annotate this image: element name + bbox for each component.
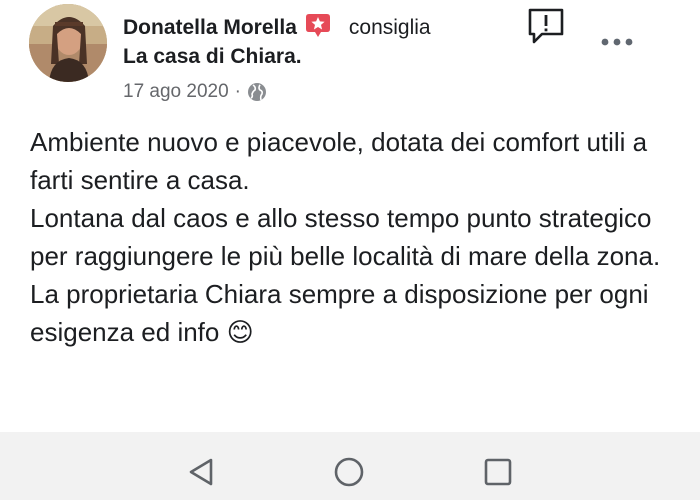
- avatar-photo: [29, 4, 107, 82]
- report-button[interactable]: [526, 6, 566, 46]
- meta-separator: ·: [234, 81, 241, 102]
- recommends-verb: consiglia: [348, 16, 431, 39]
- recommended-page-name[interactable]: La casa di Chiara.: [123, 45, 302, 69]
- author-avatar[interactable]: [29, 4, 107, 82]
- nav-back-button[interactable]: [183, 454, 219, 490]
- report-exclamation-icon: [528, 8, 564, 44]
- post-card: Donatella Morella consiglia La casa di C…: [0, 0, 700, 432]
- triangle-back-icon: [189, 458, 213, 486]
- author-name[interactable]: Donatella Morella: [123, 16, 297, 40]
- post-body: Ambiente nuovo e piacevole, dotata dei c…: [30, 123, 670, 351]
- post-meta: 17 ago 2020 ·: [123, 80, 267, 104]
- post-paragraph: Ambiente nuovo e piacevole, dotata dei c…: [30, 127, 648, 195]
- post-header: Donatella Morella consiglia: [123, 14, 431, 42]
- globe-icon: [247, 82, 267, 102]
- nav-home-button[interactable]: [331, 454, 367, 490]
- post-paragraph: Lontana dal caos e allo stesso tempo pun…: [30, 203, 661, 271]
- square-recent-icon: [484, 458, 512, 486]
- android-navigation-bar: [0, 432, 700, 500]
- circle-home-icon: [334, 457, 364, 487]
- recommend-star-icon: [305, 12, 331, 38]
- post-date[interactable]: 17 ago 2020: [123, 81, 229, 103]
- nav-recent-apps-button[interactable]: [480, 454, 516, 490]
- post-paragraph: La proprietaria Chiara sempre a disposiz…: [30, 279, 649, 347]
- more-dots-icon: [601, 38, 633, 46]
- more-options-button[interactable]: [597, 28, 637, 54]
